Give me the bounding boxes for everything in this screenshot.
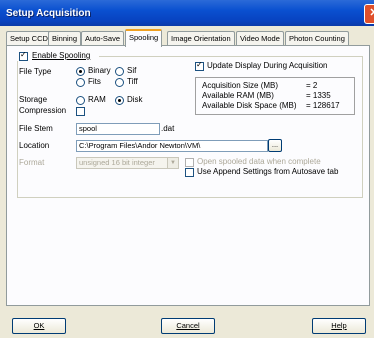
close-button[interactable]: ✕ (364, 4, 374, 24)
radio-fits-label: Fits (88, 77, 101, 86)
radio-sif-label: Sif (127, 66, 137, 75)
compression-checkbox[interactable] (76, 107, 85, 116)
format-dropdown-arrow-icon[interactable]: ▼ (167, 157, 179, 169)
format-label: Format (19, 158, 45, 167)
cancel-button[interactable]: Cancel (161, 318, 215, 334)
radio-binary[interactable] (76, 67, 85, 76)
update-display-label: Update Display During Acquisition (207, 61, 328, 70)
radio-ram[interactable] (76, 96, 85, 105)
format-select[interactable]: unsigned 16 bit integer (76, 157, 168, 169)
radio-sif[interactable] (115, 67, 124, 76)
compression-label: Compression (19, 106, 67, 115)
spooling-panel: Enable Spooling File Type Binary Sif Fit… (6, 45, 370, 306)
file-stem-input[interactable]: spool (76, 123, 160, 135)
radio-fits[interactable] (76, 78, 85, 87)
radio-tiff[interactable] (115, 78, 124, 87)
browse-location-button[interactable]: ... (268, 139, 282, 152)
tab-video-mode[interactable]: Video Mode (236, 31, 284, 45)
available-disk-label: Available Disk Space (MB) (202, 101, 297, 110)
cancel-label: Cancel (176, 321, 200, 330)
ok-label: OK (33, 321, 45, 330)
memory-info-box: Acquisition Size (MB) = 2 Available RAM … (195, 77, 355, 115)
acquisition-size-value: = 2 (306, 81, 318, 90)
file-type-label: File Type (19, 67, 52, 76)
available-disk-value: = 128617 (306, 101, 340, 110)
file-stem-label: File Stem (19, 124, 53, 133)
storage-label: Storage (19, 95, 48, 104)
file-stem-suffix: .dat (161, 124, 175, 133)
ok-button[interactable]: OK (12, 318, 66, 334)
tab-photon-counting[interactable]: Photon Counting (285, 31, 349, 45)
radio-disk-label: Disk (127, 95, 143, 104)
tab-setup-ccd[interactable]: Setup CCD (6, 31, 52, 45)
radio-disk[interactable] (115, 96, 124, 105)
available-ram-value: = 1335 (306, 91, 331, 100)
tab-image-orientation[interactable]: Image Orientation (167, 31, 235, 45)
location-input[interactable]: C:\Program Files\Andor Newton\VM\ (76, 140, 268, 152)
tab-auto-save[interactable]: Auto-Save (81, 31, 125, 45)
available-ram-label: Available RAM (MB) (202, 91, 274, 100)
enable-spooling-label: Enable Spooling (32, 51, 91, 60)
radio-ram-label: RAM (88, 95, 106, 104)
update-display-checkbox[interactable] (195, 60, 204, 71)
radio-binary-label: Binary (88, 66, 111, 75)
radio-tiff-label: Tiff (127, 77, 138, 86)
append-settings-checkbox[interactable] (185, 168, 194, 177)
tab-binning[interactable]: Binning (48, 31, 82, 45)
location-label: Location (19, 141, 50, 150)
acquisition-size-label: Acquisition Size (MB) (202, 81, 279, 90)
window-title: Setup Acquisition (6, 8, 91, 19)
setup-acquisition-window: Setup Acquisition ✕ Setup CCD Binning Au… (0, 0, 374, 338)
help-label: Help (331, 321, 347, 330)
tab-spooling[interactable]: Spooling (125, 29, 163, 47)
enable-spooling-checkbox[interactable] (19, 50, 28, 61)
append-settings-label: Use Append Settings from Autosave tab (197, 167, 339, 176)
title-bar[interactable]: Setup Acquisition ✕ (0, 0, 374, 26)
open-spooled-label: Open spooled data when complete (197, 157, 321, 166)
open-spooled-checkbox[interactable] (185, 158, 194, 167)
help-button[interactable]: Help (312, 318, 366, 334)
